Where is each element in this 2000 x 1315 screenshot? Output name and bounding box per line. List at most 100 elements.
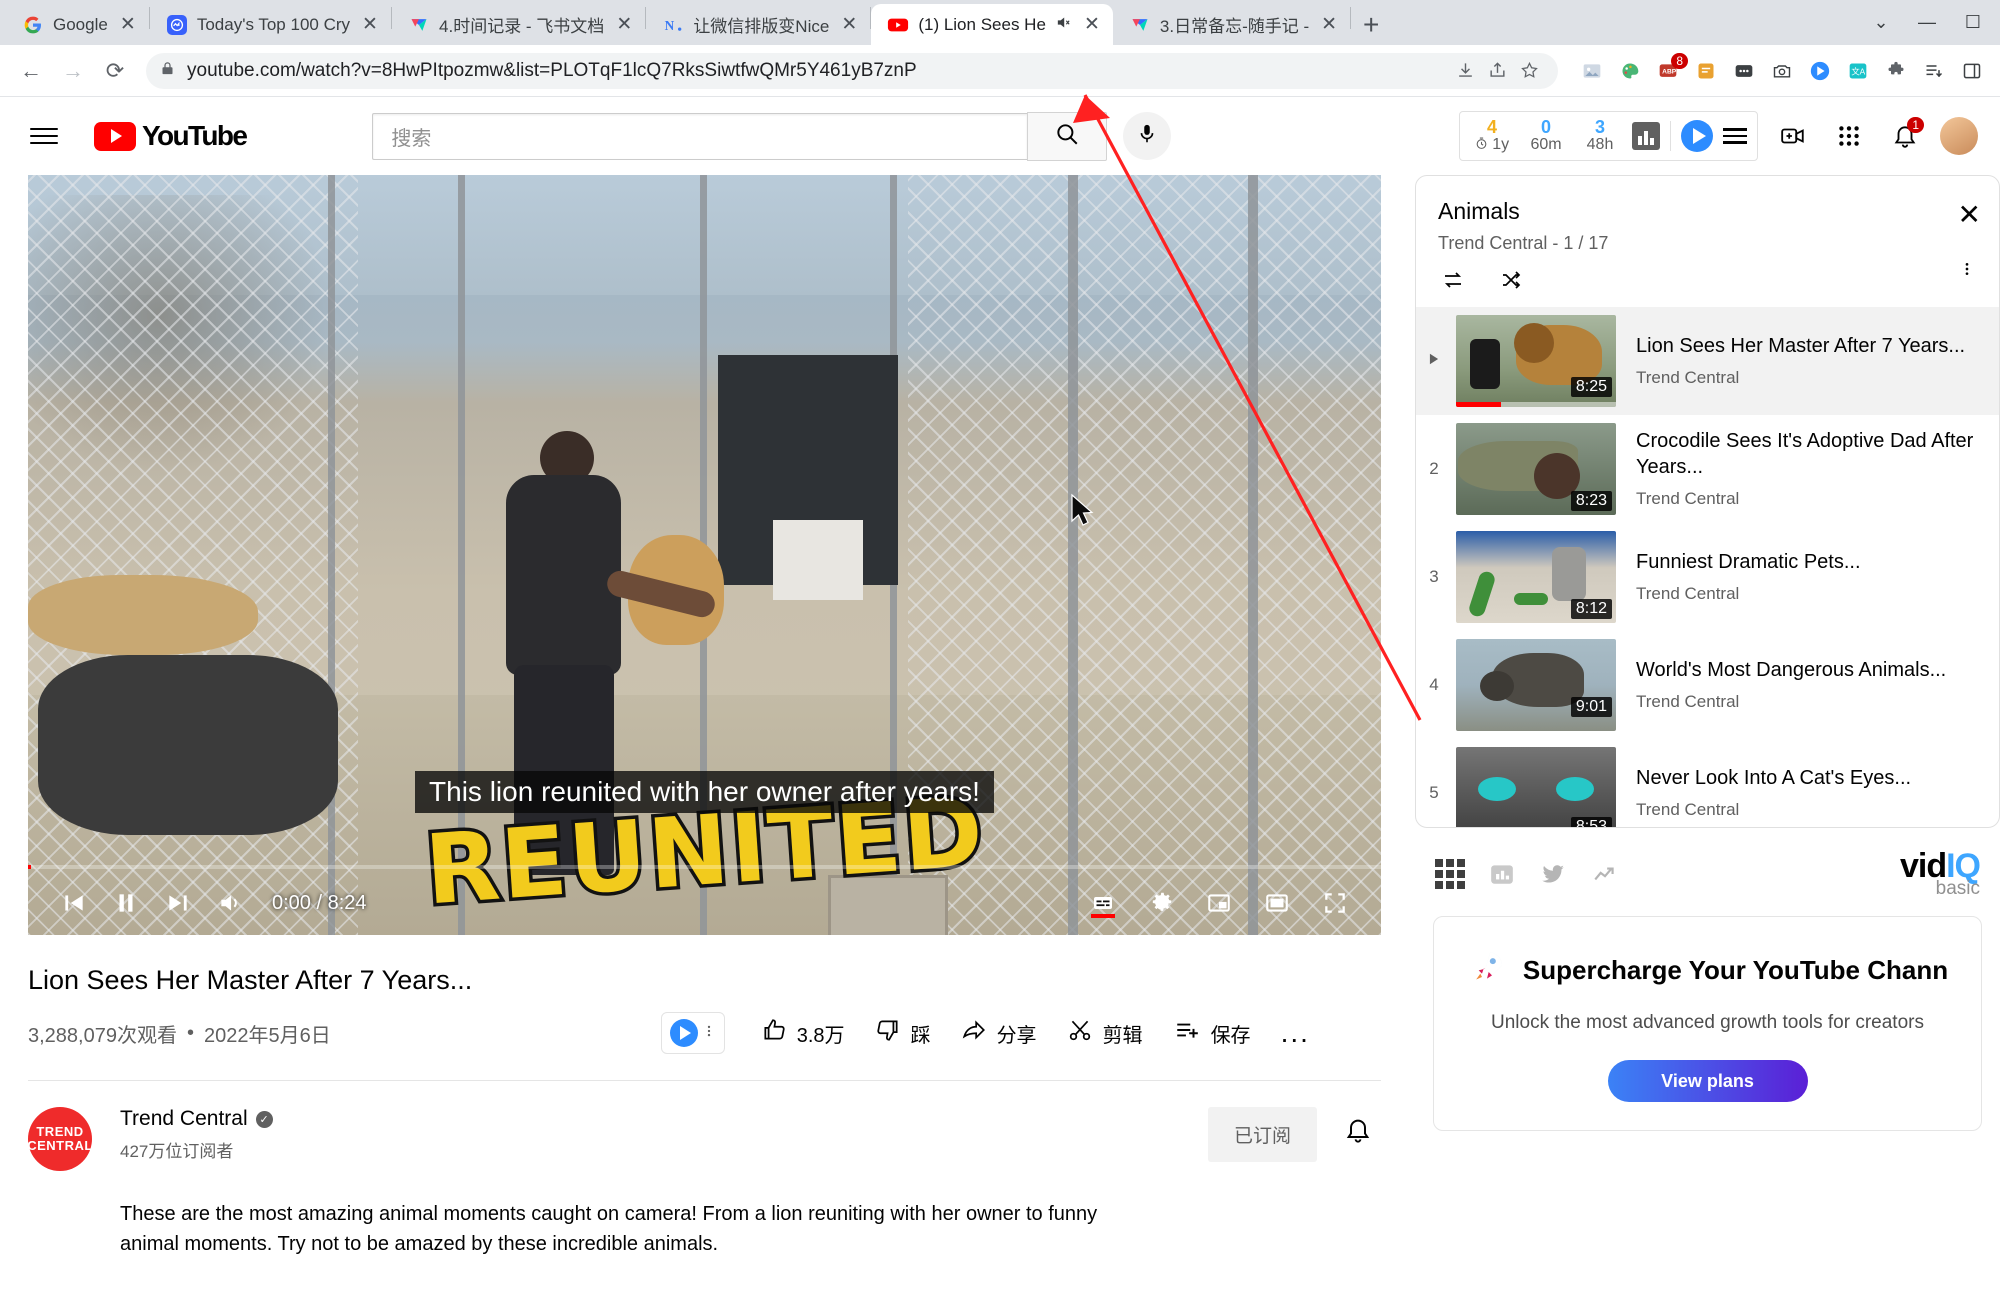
tab-audio-muted-icon[interactable] — [1055, 14, 1072, 35]
tab-close-button[interactable]: ✕ — [613, 13, 635, 36]
playlist-item-4[interactable]: 4 9:01 World's Most Dangerous Animals...… — [1416, 631, 1999, 739]
like-button[interactable]: 3.8万 — [761, 1017, 845, 1049]
playlist-item-5[interactable]: 5 8:53 Never Look Into A Cat's Eyes... T… — [1416, 739, 1999, 827]
clip-button[interactable]: 剪辑 — [1067, 1017, 1143, 1049]
volume-icon[interactable] — [206, 879, 254, 927]
address-bar[interactable]: youtube.com/watch?v=8HwPItpozmw&list=PLO… — [146, 52, 1558, 89]
youtube-logo[interactable]: YouTube — [94, 120, 248, 152]
playlist-item-3[interactable]: 3 8:12 Funniest Dramatic Pets... Trend C… — [1416, 523, 1999, 631]
grid-icon[interactable] — [1435, 859, 1465, 890]
search-button[interactable] — [1027, 111, 1108, 161]
subtitles-icon[interactable] — [1079, 879, 1127, 927]
save-button[interactable]: 保存 — [1173, 1017, 1251, 1049]
miniplayer-icon[interactable] — [1195, 879, 1243, 927]
vidiq-video-button[interactable] — [660, 1012, 725, 1054]
share-button[interactable]: 分享 — [961, 1017, 1037, 1049]
more-vertical-icon[interactable] — [702, 1020, 716, 1047]
image-icon[interactable] — [1576, 55, 1608, 87]
twitter-icon[interactable] — [1539, 861, 1567, 887]
download-icon[interactable] — [1450, 56, 1480, 86]
hamburger-icon[interactable] — [22, 114, 66, 158]
video-fence-post — [328, 175, 335, 935]
search-input[interactable]: 搜索 — [372, 112, 1028, 160]
share-icon[interactable] — [1482, 56, 1512, 86]
more-actions-button[interactable]: ... — [1281, 1018, 1310, 1046]
sidepanel-icon[interactable] — [1956, 55, 1988, 87]
tab-close-button[interactable]: ✕ — [1318, 13, 1340, 36]
new-tab-button[interactable]: + — [1351, 4, 1391, 45]
close-icon[interactable]: ✕ — [1958, 198, 1981, 231]
channel-avatar[interactable]: TREND CENTRAL — [27, 1107, 92, 1171]
notification-bell-icon[interactable] — [1335, 1107, 1381, 1153]
browser-tab-0[interactable]: Google ✕ — [6, 4, 149, 45]
back-button[interactable]: ← — [12, 52, 50, 90]
search-icon — [1054, 121, 1080, 152]
loop-icon[interactable] — [1438, 268, 1468, 297]
menu-dots-icon[interactable] — [1728, 55, 1760, 87]
previous-icon[interactable] — [50, 879, 98, 927]
video-fence-post — [1248, 175, 1258, 935]
readlist-icon[interactable] — [1918, 55, 1950, 87]
video-duration: 8:23 — [1570, 491, 1612, 511]
maximize-button[interactable]: ☐ — [1950, 3, 1996, 43]
tab-close-button[interactable]: ✕ — [117, 13, 139, 36]
shuffle-icon[interactable] — [1496, 268, 1526, 297]
vidiq-menu-icon[interactable] — [1723, 128, 1747, 144]
note-icon[interactable] — [1690, 55, 1722, 87]
vidiq-player-icon — [669, 1019, 698, 1047]
player-icon[interactable] — [1804, 55, 1836, 87]
view-plans-button[interactable]: View plans — [1607, 1060, 1808, 1103]
browser-tab-1[interactable]: Today's Top 100 Cry ✕ — [150, 4, 391, 45]
playlist-item-2[interactable]: 2 8:23 Crocodile Sees It's Adoptive Dad … — [1416, 415, 1999, 523]
browser-tab-4-active[interactable]: (1) Lion Sees He ✕ — [871, 4, 1113, 45]
extension-badge-count: 8 — [1671, 52, 1688, 69]
playlist-item-1[interactable]: 8:25 Lion Sees Her Master After 7 Years.… — [1416, 307, 1999, 415]
extension-toolbar: ABP 8 文A — [1570, 52, 1988, 87]
settings-gear-icon[interactable] — [1137, 879, 1185, 927]
vidiq-stats-widget[interactable]: 4 1y 0 60m 3 48h — [1459, 111, 1758, 161]
pause-icon[interactable] — [102, 879, 150, 927]
bookmark-star-icon[interactable] — [1514, 56, 1544, 86]
bar-chart-icon[interactable] — [1489, 861, 1515, 887]
playlist-thumbnail: 8:12 — [1456, 531, 1616, 623]
tab-close-button[interactable]: ✕ — [359, 13, 381, 36]
subscribe-button[interactable]: 已订阅 — [1207, 1107, 1317, 1162]
puzzle-icon[interactable] — [1880, 55, 1912, 87]
palette-icon[interactable] — [1614, 55, 1646, 87]
vidiq-player-icon[interactable] — [1681, 120, 1713, 152]
youtube-icon — [887, 14, 909, 36]
bar-chart-icon[interactable] — [1632, 122, 1660, 150]
view-count: 3,288,079次观看 — [28, 1024, 177, 1047]
voice-search-button[interactable] — [1123, 112, 1172, 160]
notifications-icon[interactable]: 1 — [1884, 115, 1926, 157]
translate-icon[interactable]: 文A — [1842, 55, 1874, 87]
apps-grid-icon[interactable] — [1828, 115, 1870, 157]
forward-button: → — [62, 57, 84, 83]
video-player[interactable]: REUNITED This lion reunited with her own… — [28, 175, 1381, 935]
dislike-button[interactable]: 踩 — [875, 1017, 931, 1049]
tab-close-button[interactable]: ✕ — [1081, 13, 1103, 36]
minimize-button[interactable]: — — [1904, 3, 1950, 43]
video-progress-bar[interactable] — [28, 865, 1381, 869]
more-vertical-icon[interactable] — [1959, 256, 1975, 289]
tab-title: Today's Top 100 Cry — [196, 14, 351, 34]
vidiq-stat-value: 3 — [1594, 117, 1605, 138]
browser-tab-3[interactable]: N 让微信排版变Nice ✕ — [646, 4, 870, 45]
chevron-down-icon[interactable]: ⌄ — [1858, 3, 1904, 43]
vidiq-stat-period: 48h — [1586, 136, 1614, 154]
reload-button[interactable]: ⟳ — [96, 52, 134, 90]
theater-mode-icon[interactable] — [1253, 879, 1301, 927]
tab-close-button[interactable]: ✕ — [838, 13, 860, 36]
fullscreen-icon[interactable] — [1311, 879, 1359, 927]
video-duration: 8:25 — [1570, 377, 1612, 397]
channel-name-row[interactable]: Trend Central ✓ — [120, 1107, 273, 1131]
avatar[interactable] — [1940, 117, 1978, 155]
browser-tab-5[interactable]: 3.日常备忘-随手记 - ✕ — [1113, 4, 1350, 45]
trending-icon[interactable] — [1591, 861, 1619, 887]
browser-tab-2[interactable]: 4.时间记录 - 飞书文档 ✕ — [392, 4, 645, 45]
vidiq-stat-60m: 0 60m — [1524, 118, 1568, 154]
next-icon[interactable] — [154, 879, 202, 927]
create-video-icon[interactable] — [1772, 115, 1814, 157]
abp-icon[interactable]: ABP 8 — [1652, 52, 1688, 87]
camera-icon[interactable] — [1766, 55, 1798, 87]
